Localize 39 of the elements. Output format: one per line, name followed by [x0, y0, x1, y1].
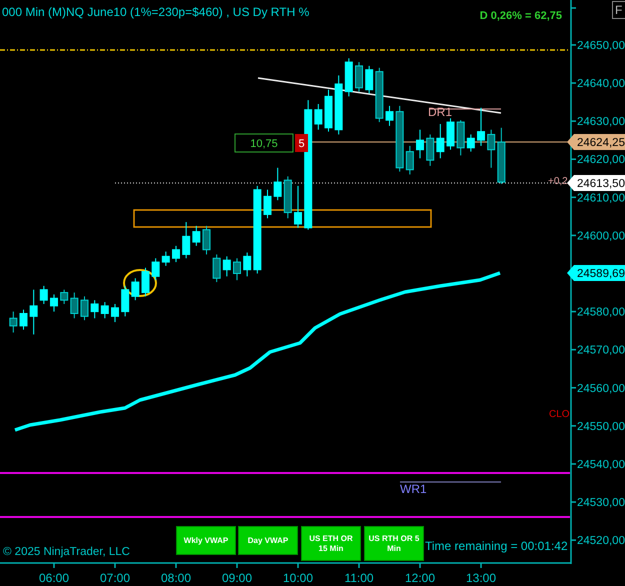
close-label: CLO: [549, 409, 570, 420]
pivot-label: WR1: [400, 482, 427, 496]
indicator-toggle[interactable]: US ETH OR 15 Min: [301, 526, 361, 561]
price-axis-label: 24630,00: [577, 116, 625, 128]
price-axis-label: 24560,00: [577, 382, 625, 395]
price-marker: 24589,69: [567, 265, 625, 281]
time-remaining-text: Time remaining = 00:01:42: [425, 539, 568, 553]
price-marker: 24624,25: [567, 134, 625, 150]
time-axis-label: 08:00: [160, 571, 192, 585]
corner-button[interactable]: F: [612, 1, 625, 19]
indicator-toggle[interactable]: US RTH OR 5 Min: [364, 526, 424, 561]
price-axis-label: 24610,00: [577, 192, 625, 204]
price-axis-label: 24570,00: [577, 344, 625, 357]
price-axis-label: 24520,00: [577, 535, 625, 548]
offset-label: +0,2: [548, 176, 568, 187]
indicator-toggle[interactable]: Day VWAP: [238, 526, 298, 555]
quantity-badge: 5: [295, 134, 308, 152]
price-axis-label: 24540,00: [577, 458, 625, 471]
time-axis-label: 10:00: [283, 571, 314, 585]
price-axis-label: 24640,00: [577, 78, 625, 90]
price-axis-label: 24580,00: [577, 306, 625, 319]
copyright-text: © 2025 NinjaTrader, LLC: [3, 546, 130, 558]
time-axis-label: 07:00: [100, 571, 130, 585]
daily-change-text: D 0,26% = 62,75: [480, 10, 562, 22]
chart-title: 000 Min (M)NQ June10 (1%=230p=$460) , US Dy RTH %: [2, 5, 310, 19]
price-axis-label: 24600,00: [577, 230, 625, 242]
price-axis-label: 24650,00: [577, 40, 625, 52]
time-axis-label: 09:00: [222, 571, 252, 585]
pivot-label: DR1: [428, 105, 452, 119]
price-marker: 24613,50: [567, 175, 625, 191]
profit-value: 10,75: [250, 138, 278, 150]
time-axis-label: 12:00: [405, 571, 436, 585]
time-axis-label: 13:00: [466, 571, 496, 585]
price-axis-label: 24620,00: [577, 154, 625, 166]
time-axis-label: 11:00: [344, 571, 374, 585]
time-axis-label: 06:00: [38, 571, 69, 585]
price-axis-label: 24530,00: [577, 497, 625, 510]
indicator-toggle[interactable]: Wkly VWAP: [176, 526, 236, 555]
price-axis-label: 24550,00: [577, 420, 625, 433]
